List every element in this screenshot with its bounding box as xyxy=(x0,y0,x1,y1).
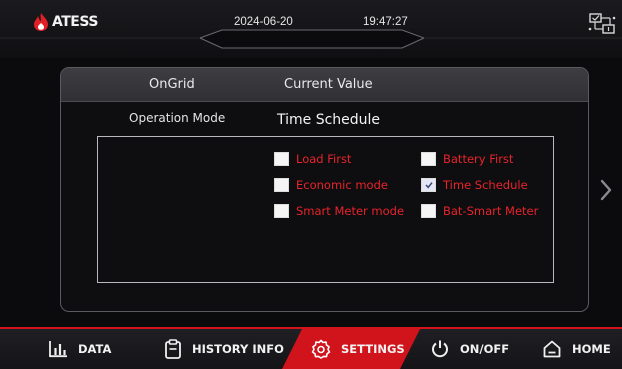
brand-name: ATESS xyxy=(52,14,98,30)
economic-mode-checkbox[interactable] xyxy=(274,178,289,192)
time-schedule-checkbox[interactable] xyxy=(421,178,436,192)
panel-header: OnGrid Current Value xyxy=(61,68,588,102)
nav-settings[interactable]: SETTINGS xyxy=(311,329,405,369)
next-page-arrow-icon[interactable] xyxy=(598,176,614,204)
gear-icon xyxy=(311,339,331,359)
header-bar: ATESS 2024-06-20 19:47:27 xyxy=(0,0,622,58)
operation-mode-value: Time Schedule xyxy=(277,112,381,128)
option-label: Battery First xyxy=(443,152,514,166)
clipboard-icon xyxy=(165,339,181,359)
option-smart-meter-mode[interactable]: Smart Meter mode xyxy=(274,204,404,218)
power-icon xyxy=(432,340,448,358)
nav-history-info[interactable]: HISTORY INFO xyxy=(164,329,284,369)
nav-on-off-label: ON/OFF xyxy=(460,342,510,356)
option-bat-smart-meter[interactable]: Bat-Smart Meter xyxy=(421,204,538,218)
option-label: Load First xyxy=(296,152,352,166)
bat-smart-meter-checkbox[interactable] xyxy=(421,204,436,218)
option-time-schedule[interactable]: Time Schedule xyxy=(421,178,528,192)
screen: ATESS 2024-06-20 19:47:27 OnGrid Current… xyxy=(0,0,622,369)
option-economic-mode[interactable]: Economic mode xyxy=(274,178,388,192)
smart-meter-mode-checkbox[interactable] xyxy=(274,204,289,218)
checkmark-icon xyxy=(425,182,433,189)
nav-home-label: HOME xyxy=(572,342,611,356)
option-label: Bat-Smart Meter xyxy=(443,204,539,218)
operation-mode-label: Operation Mode xyxy=(129,111,226,125)
battery-first-checkbox[interactable] xyxy=(421,152,436,166)
option-label: Smart Meter mode xyxy=(296,204,405,218)
bar-chart-icon xyxy=(49,341,67,358)
load-first-checkbox[interactable] xyxy=(274,152,289,166)
brand-logo: ATESS xyxy=(32,12,98,32)
bottom-nav: DATA HISTORY INFO SETTINGS ON/OFF HOME xyxy=(0,327,622,369)
header-time: 19:47:27 xyxy=(363,16,408,28)
nav-home[interactable]: HOME xyxy=(542,329,611,369)
operation-mode-panel: OnGrid Current Value Operation Mode Time… xyxy=(60,67,589,312)
nav-settings-label: SETTINGS xyxy=(341,342,405,356)
column-header-ongrid: OnGrid xyxy=(149,77,195,92)
nav-history-info-label: HISTORY INFO xyxy=(192,342,284,356)
header-date: 2024-06-20 xyxy=(234,16,293,28)
option-battery-first[interactable]: Battery First xyxy=(421,152,513,166)
mode-options-box: Load First Battery First Economic mode T… xyxy=(97,136,554,283)
network-topology-icon[interactable] xyxy=(588,12,616,36)
nav-on-off[interactable]: ON/OFF xyxy=(430,329,509,369)
option-load-first[interactable]: Load First xyxy=(274,152,351,166)
home-icon xyxy=(543,340,561,358)
flame-logo-icon xyxy=(34,13,48,31)
option-label: Economic mode xyxy=(296,178,388,192)
nav-data[interactable]: DATA xyxy=(48,329,111,369)
nav-data-label: DATA xyxy=(78,342,112,356)
column-header-current-value: Current Value xyxy=(284,77,373,92)
option-label: Time Schedule xyxy=(443,178,528,192)
